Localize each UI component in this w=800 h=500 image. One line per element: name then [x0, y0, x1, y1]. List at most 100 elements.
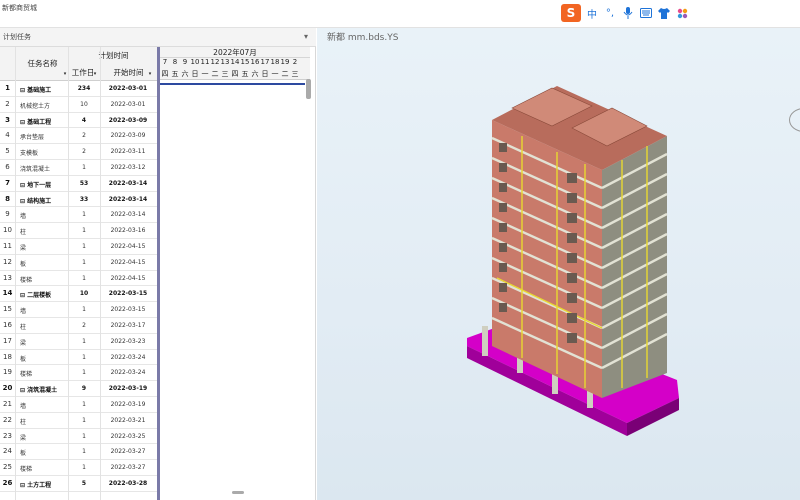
gantt-weekday: 二	[281, 70, 289, 78]
row-number: 23	[3, 431, 12, 440]
sort-icon[interactable]: ▾	[147, 71, 153, 77]
table-row[interactable]: 1 ⊟ 基础施工 234 2022-03-01	[0, 81, 157, 97]
gantt-day: 8	[172, 58, 178, 66]
table-row[interactable]: 15 墙 1 2022-03-15	[0, 302, 157, 318]
horizontal-scrollbar[interactable]	[232, 491, 244, 494]
row-number: 12	[3, 257, 12, 266]
table-row[interactable]: 12 板 1 2022-04-15	[0, 255, 157, 271]
task-duration: 5	[81, 479, 87, 487]
table-row[interactable]: 25 楼梯 1 2022-03-27	[0, 460, 157, 476]
gantt-weekday: 日	[191, 70, 199, 78]
task-name: 墙	[20, 213, 27, 221]
row-number: 25	[3, 463, 12, 472]
schedule-panel: 计划任务 ▾ 任务名称 计划时间 工作日 开始时间 ▾ ▾ ▾ 1 ⊟ 基础施工 2…	[0, 28, 316, 500]
table-row[interactable]: 22 柱 1 2022-03-21	[0, 413, 157, 429]
row-number: 24	[3, 447, 12, 456]
sort-icon[interactable]: ▾	[92, 71, 98, 77]
grid-header: 任务名称 计划时间 工作日 开始时间 ▾ ▾ ▾	[0, 47, 157, 81]
row-number: 20	[2, 384, 13, 393]
gantt-weekday: 三	[221, 70, 229, 78]
task-duration: 2	[82, 321, 86, 329]
task-start: 2022-03-27	[110, 448, 146, 456]
table-row[interactable]: 21 墙 1 2022-03-19	[0, 397, 157, 413]
task-duration: 1	[82, 337, 86, 345]
gantt-day: 11	[200, 58, 210, 66]
task-start: 2022-03-01	[108, 85, 148, 92]
task-start: 2022-03-21	[110, 416, 146, 424]
table-row[interactable]: 8 ⊟ 结构施工 33 2022-03-14	[0, 192, 157, 208]
shirt-icon[interactable]	[657, 6, 671, 20]
gantt-weekday: 二	[211, 70, 219, 78]
task-name: 柱	[20, 323, 27, 331]
keyboard-icon[interactable]	[639, 6, 653, 20]
ime-logo[interactable]: S	[561, 4, 581, 22]
row-number: 1	[5, 84, 10, 92]
table-row[interactable]: 11 梁 1 2022-04-15	[0, 239, 157, 255]
panel-header: 计划任务 ▾	[0, 28, 316, 47]
row-number: 22	[3, 415, 12, 424]
row-number: 3	[5, 115, 10, 124]
model-viewport[interactable]: 新都 mm.bds.YS	[317, 28, 800, 500]
table-row[interactable]: 5 支模板 2 2022-03-11	[0, 144, 157, 160]
table-row[interactable]: 18 板 1 2022-03-24	[0, 350, 157, 366]
table-row[interactable]: 4 承台垫层 2 2022-03-09	[0, 128, 157, 145]
ime-lang-toggle[interactable]: 中	[585, 6, 599, 21]
vertical-scrollbar[interactable]	[306, 79, 311, 99]
task-name: ⊟ 基础工程	[20, 118, 52, 126]
table-row[interactable]: 20 ⊟ 浇筑混凝土 9 2022-03-19	[0, 381, 157, 397]
mic-icon[interactable]	[621, 6, 635, 20]
gantt-weekday: 一	[201, 70, 209, 78]
table-row[interactable]: 13 楼梯 1 2022-04-15	[0, 271, 157, 287]
task-start: 2022-03-17	[110, 321, 146, 329]
table-row[interactable]: 16 柱 2 2022-03-17	[0, 318, 157, 334]
gantt-weekday: 六	[181, 70, 189, 78]
column-divider	[100, 47, 101, 500]
table-row[interactable]: 24 板 1 2022-03-27	[0, 444, 157, 461]
table-row[interactable]: 26 ⊟ 土方工程 5 2022-03-28	[0, 476, 157, 492]
task-name: 梁	[20, 244, 27, 252]
gantt-month: 2022年07月	[160, 47, 310, 58]
table-row[interactable]: 10 柱 1 2022-03-16	[0, 223, 157, 239]
gantt-weekdays: 四五六日一二三四五六日一二三	[160, 69, 310, 80]
gantt-weekday: 六	[251, 70, 259, 78]
table-row[interactable]: 23 梁 1 2022-03-25	[0, 429, 157, 445]
ime-toolbar: S 中 °,	[561, 2, 689, 24]
ime-punct-toggle[interactable]: °,	[603, 6, 617, 20]
gantt-weekday: 四	[161, 70, 169, 78]
task-duration: 1	[82, 242, 86, 250]
grid-icon[interactable]	[675, 6, 689, 20]
panel-title: 计划任务	[3, 33, 31, 41]
task-name: 板	[20, 260, 27, 268]
task-duration: 33	[79, 195, 89, 203]
task-duration: 1	[82, 258, 86, 266]
task-start: 2022-03-28	[108, 479, 148, 487]
table-row[interactable]: 17 梁 1 2022-03-23	[0, 334, 157, 350]
row-number: 9	[5, 210, 10, 219]
row-number: 13	[3, 273, 12, 282]
table-row[interactable]: 6 浇筑混凝土 1 2022-03-12	[0, 160, 157, 176]
row-number: 4	[5, 131, 10, 140]
gantt-day: 2	[292, 58, 298, 66]
row-number: 8	[5, 194, 10, 203]
gantt-weekday: 日	[261, 70, 269, 78]
task-start: 2022-04-15	[110, 274, 146, 282]
table-row[interactable]: 14 ⊟ 二层楼板 10 2022-03-15	[0, 286, 157, 303]
task-start: 2022-03-25	[110, 432, 146, 440]
chevron-down-icon[interactable]: ▾	[304, 32, 308, 41]
gantt-weekday: 一	[271, 70, 279, 78]
building-model	[467, 86, 679, 436]
col-header-name[interactable]: 任务名称	[15, 58, 70, 69]
table-row[interactable]: 2 机械挖土方 10 2022-03-01	[0, 97, 157, 113]
task-name: 楼梯	[20, 276, 33, 284]
column-divider	[68, 47, 69, 500]
task-name: ⊟ 结构施工	[20, 197, 52, 205]
column-divider	[15, 47, 16, 500]
gantt-today-line	[160, 83, 305, 85]
task-name: 墙	[20, 402, 27, 410]
table-row[interactable]: 19 楼梯 1 2022-03-24	[0, 365, 157, 382]
table-row[interactable]: 3 ⊟ 基础工程 4 2022-03-09	[0, 113, 157, 129]
col-header-plan: 计划时间	[98, 51, 129, 60]
table-row[interactable]: 9 墙 1 2022-03-14	[0, 207, 157, 224]
table-row[interactable]: 7 ⊟ 地下一层 53 2022-03-14	[0, 176, 157, 192]
task-start: 2022-03-16	[110, 227, 146, 235]
